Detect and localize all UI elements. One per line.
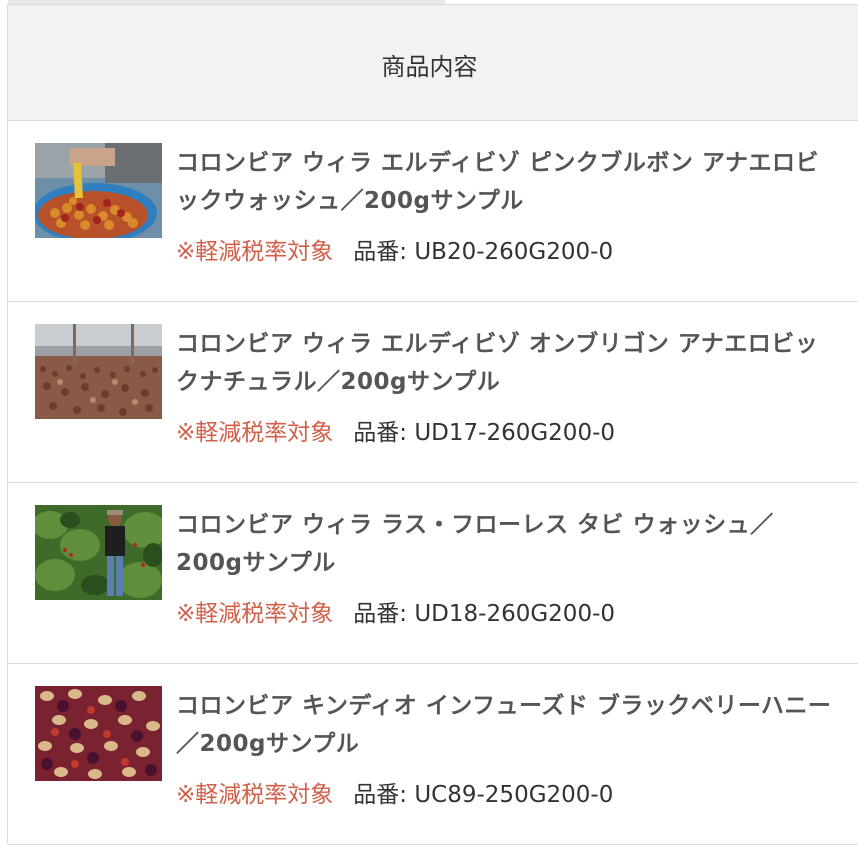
header-product-contents: 商品内容 xyxy=(381,53,478,81)
product-meta: ※軽減税率対象 品番: UC89-250G200-0 xyxy=(176,775,613,809)
reduced-tax-note: ※軽減税率対象 xyxy=(176,420,334,446)
product-sku: 品番: UC89-250G200-0 xyxy=(353,782,614,808)
beans-berries-image xyxy=(35,686,162,781)
product-thumbnail[interactable] xyxy=(35,143,162,238)
product-thumbnail[interactable] xyxy=(35,324,162,419)
product-meta: ※軽減税率対象 品番: UD18-260G200-0 xyxy=(176,594,615,628)
order-items-table: 商品内容 コロンビア ウィラ エルディビゾ ピンクブルボン アナエロビックウォッ… xyxy=(7,0,858,845)
product-title[interactable]: コロンビア キンディオ インフューズド ブラックベリーハニー／200gサンプル xyxy=(176,687,836,763)
table-header: 商品内容 xyxy=(8,4,858,121)
reduced-tax-note: ※軽減税率対象 xyxy=(176,239,334,265)
table-row: コロンビア ウィラ エルディビゾ オンブリゴン アナエロビックナチュラル／200… xyxy=(8,302,858,483)
product-title[interactable]: コロンビア ウィラ エルディビゾ オンブリゴン アナエロビックナチュラル／200… xyxy=(176,325,836,401)
product-thumbnail[interactable] xyxy=(35,686,162,781)
coffee-cherries-image xyxy=(35,143,162,238)
product-title[interactable]: コロンビア ウィラ ラス・フローレス タビ ウォッシュ／200gサンプル xyxy=(176,506,836,582)
table-row: コロンビア ウィラ エルディビゾ ピンクブルボン アナエロビックウォッシュ／20… xyxy=(8,121,858,302)
product-title[interactable]: コロンビア ウィラ エルディビゾ ピンクブルボン アナエロビックウォッシュ／20… xyxy=(176,144,836,220)
product-sku: 品番: UD18-260G200-0 xyxy=(353,601,616,627)
product-thumbnail[interactable] xyxy=(35,505,162,600)
product-meta: ※軽減税率対象 品番: UD17-260G200-0 xyxy=(176,413,615,447)
drying-beds-image xyxy=(35,324,162,419)
table-row: コロンビア ウィラ ラス・フローレス タビ ウォッシュ／200gサンプル ※軽減… xyxy=(8,483,858,664)
table-row: コロンビア キンディオ インフューズド ブラックベリーハニー／200gサンプル … xyxy=(8,664,858,845)
reduced-tax-note: ※軽減税率対象 xyxy=(176,782,334,808)
product-sku: 品番: UB20-260G200-0 xyxy=(353,239,614,265)
product-meta: ※軽減税率対象 品番: UB20-260G200-0 xyxy=(176,232,613,266)
product-sku: 品番: UD17-260G200-0 xyxy=(353,420,616,446)
reduced-tax-note: ※軽減税率対象 xyxy=(176,601,334,627)
farmer-image xyxy=(35,505,162,600)
